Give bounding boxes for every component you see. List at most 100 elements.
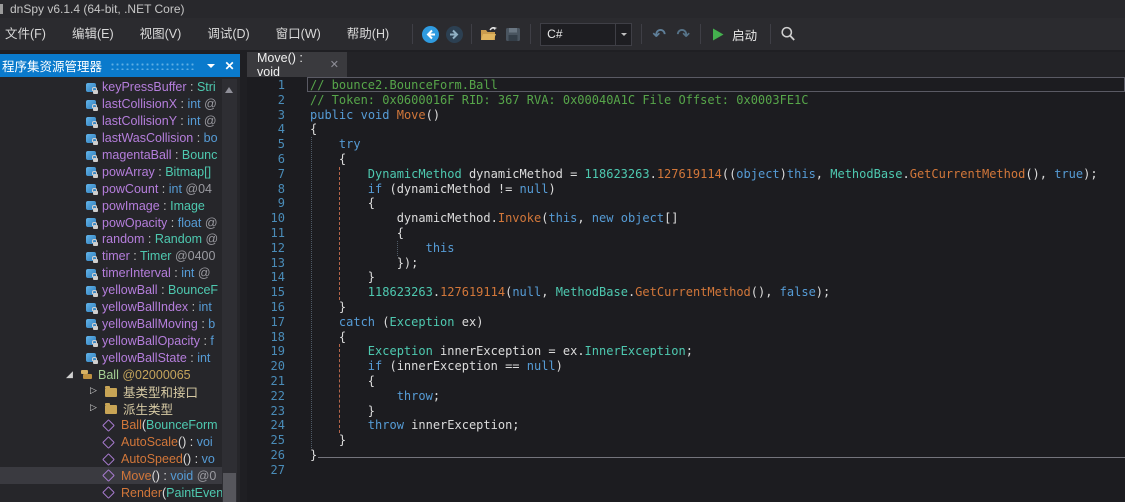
tree-item[interactable]: ▷基类型和接口 [0, 383, 222, 400]
tree-item[interactable]: yellowBall : BounceF [0, 282, 222, 299]
menu-bar: 文件(F)编辑(E)视图(V)调试(D)窗口(W)帮助(H) [0, 18, 402, 50]
code-line[interactable]: 13 }); [247, 256, 1125, 271]
assembly-explorer-header[interactable]: 程序集资源管理器 ✕ [0, 54, 240, 77]
line-number: 26 [247, 448, 285, 463]
scrollbar-up-icon[interactable] [225, 83, 233, 93]
code-line[interactable]: 22 throw; [247, 389, 1125, 404]
code-line[interactable]: 9 { [247, 196, 1125, 211]
toolbar-separator [530, 24, 531, 44]
menu-item[interactable]: 文件(F) [0, 18, 59, 50]
code-line[interactable]: 20 if (innerException == null) [247, 359, 1125, 374]
tree-item[interactable]: yellowBallMoving : b [0, 315, 222, 332]
code-line[interactable]: 8 if (dynamicMethod != null) [247, 182, 1125, 197]
code-line[interactable]: 23 } [247, 404, 1125, 419]
code-line[interactable]: 19 Exception innerException = ex.InnerEx… [247, 344, 1125, 359]
forward-button[interactable] [442, 22, 466, 46]
assembly-explorer-panel: 程序集资源管理器 ✕ keyPressBuffer : Stri lastColl… [0, 54, 240, 502]
code-line[interactable]: 5 try [247, 137, 1125, 152]
back-button[interactable] [418, 22, 442, 46]
tree-item[interactable]: yellowBallState : int [0, 349, 222, 366]
tree-item[interactable]: Render(PaintEven [0, 484, 222, 501]
title-bar: dnSpy v6.1.4 (64-bit, .NET Core) [0, 0, 1125, 18]
menu-item[interactable]: 帮助(H) [334, 18, 402, 50]
tree-item[interactable]: lastCollisionY : int @ [0, 113, 222, 130]
code-editor[interactable]: 1// bounce2.BounceForm.Ball2// Token: 0x… [247, 77, 1125, 502]
code-line[interactable]: 2// Token: 0x0600016F RID: 367 RVA: 0x00… [247, 93, 1125, 108]
field-icon [86, 117, 96, 126]
code-line[interactable]: 3public void Move() [247, 108, 1125, 123]
tree-item[interactable]: lastCollisionX : int @ [0, 96, 222, 113]
tree-item[interactable]: yellowBallIndex : int [0, 299, 222, 316]
line-number: 22 [247, 389, 285, 404]
expander-collapsed-icon[interactable]: ▷ [90, 386, 105, 396]
tree-scrollbar[interactable] [222, 79, 237, 502]
tree-item-selected[interactable]: Move() : void @0 [0, 467, 222, 484]
tree-item-label: lastWasCollision : bo [102, 131, 218, 145]
code-line[interactable]: 1// bounce2.BounceForm.Ball [247, 78, 1125, 93]
tree-item[interactable]: AutoScale() : voi [0, 434, 222, 451]
code-line[interactable]: 15 118623263.127619114(null, MethodBase.… [247, 285, 1125, 300]
tab-move-void[interactable]: Move() : void ✕ [247, 52, 347, 77]
start-button[interactable] [706, 22, 730, 46]
undo-button[interactable]: ↶ [647, 22, 671, 46]
tree-item[interactable]: powArray : Bitmap[] [0, 163, 222, 180]
tree-item[interactable]: powOpacity : float @ [0, 214, 222, 231]
language-combo[interactable]: C# [540, 23, 632, 46]
panel-close-button[interactable]: ✕ [221, 57, 238, 74]
code-line[interactable]: 25 } [247, 433, 1125, 448]
code-line[interactable]: 18 { [247, 330, 1125, 345]
redo-button[interactable]: ↷ [671, 22, 695, 46]
tree-item[interactable]: timerInterval : int @ [0, 265, 222, 282]
tree-item[interactable]: powCount : int @04 [0, 180, 222, 197]
line-number: 8 [247, 182, 285, 197]
line-number: 2 [247, 93, 285, 108]
code-line[interactable]: 7 DynamicMethod dynamicMethod = 11862326… [247, 167, 1125, 182]
tree-item-label: keyPressBuffer : Stri [102, 80, 216, 94]
tree-item[interactable]: AutoSpeed() : vo [0, 451, 222, 468]
tree-item[interactable]: ▷派生类型 [0, 400, 222, 417]
code-line[interactable]: 11 { [247, 226, 1125, 241]
code-text: { [310, 226, 404, 241]
tree-item[interactable]: ◢Ball @02000065 [0, 366, 222, 383]
code-line[interactable]: 24 throw innerException; [247, 418, 1125, 433]
code-text: dynamicMethod.Invoke(this, new object[] [310, 211, 679, 226]
code-line[interactable]: 26} [247, 448, 1125, 463]
menu-item[interactable]: 窗口(W) [263, 18, 334, 50]
code-line[interactable]: 10 dynamicMethod.Invoke(this, new object… [247, 211, 1125, 226]
tree-item[interactable]: magentaBall : Bounc [0, 147, 222, 164]
start-button-label[interactable]: 启动 [732, 25, 757, 44]
window-title: dnSpy v6.1.4 (64-bit, .NET Core) [10, 2, 185, 16]
scrollbar-thumb[interactable] [223, 473, 236, 502]
expander-expanded-icon[interactable]: ◢ [66, 370, 81, 380]
menu-item[interactable]: 调试(D) [194, 18, 262, 50]
code-line[interactable]: 17 catch (Exception ex) [247, 315, 1125, 330]
tab-close-icon[interactable]: ✕ [326, 58, 347, 71]
menu-item[interactable]: 视图(V) [127, 18, 195, 50]
code-line[interactable]: 16 } [247, 300, 1125, 315]
code-line[interactable]: 12 this [247, 241, 1125, 256]
expander-collapsed-icon[interactable]: ▷ [90, 403, 105, 413]
tree-item[interactable]: yellowBallOpacity : f [0, 332, 222, 349]
code-line[interactable]: 21 { [247, 374, 1125, 389]
open-file-button[interactable] [477, 22, 501, 46]
tree-item[interactable]: lastWasCollision : bo [0, 130, 222, 147]
code-line[interactable]: 6 { [247, 152, 1125, 167]
code-line[interactable]: 14 } [247, 270, 1125, 285]
tree-item[interactable]: random : Random @ [0, 231, 222, 248]
toolbar-separator [700, 24, 701, 44]
tree-item[interactable]: timer : Timer @0400 [0, 248, 222, 265]
code-line[interactable]: 27 [247, 463, 1125, 478]
code-line[interactable]: 4{ [247, 122, 1125, 137]
panel-menu-button[interactable] [202, 57, 219, 74]
language-combo-dropdown[interactable] [615, 24, 631, 45]
save-all-button[interactable] [501, 22, 525, 46]
tree-item[interactable]: keyPressBuffer : Stri [0, 79, 222, 96]
toolbar-separator [412, 24, 413, 44]
close-icon: ✕ [224, 60, 234, 72]
panel-drag-grip[interactable] [110, 62, 194, 70]
toolbar-separator [641, 24, 642, 44]
search-button[interactable] [776, 22, 800, 46]
tree-item[interactable]: Ball(BounceForm [0, 417, 222, 434]
tree-item[interactable]: powImage : Image [0, 197, 222, 214]
menu-item[interactable]: 编辑(E) [59, 18, 127, 50]
